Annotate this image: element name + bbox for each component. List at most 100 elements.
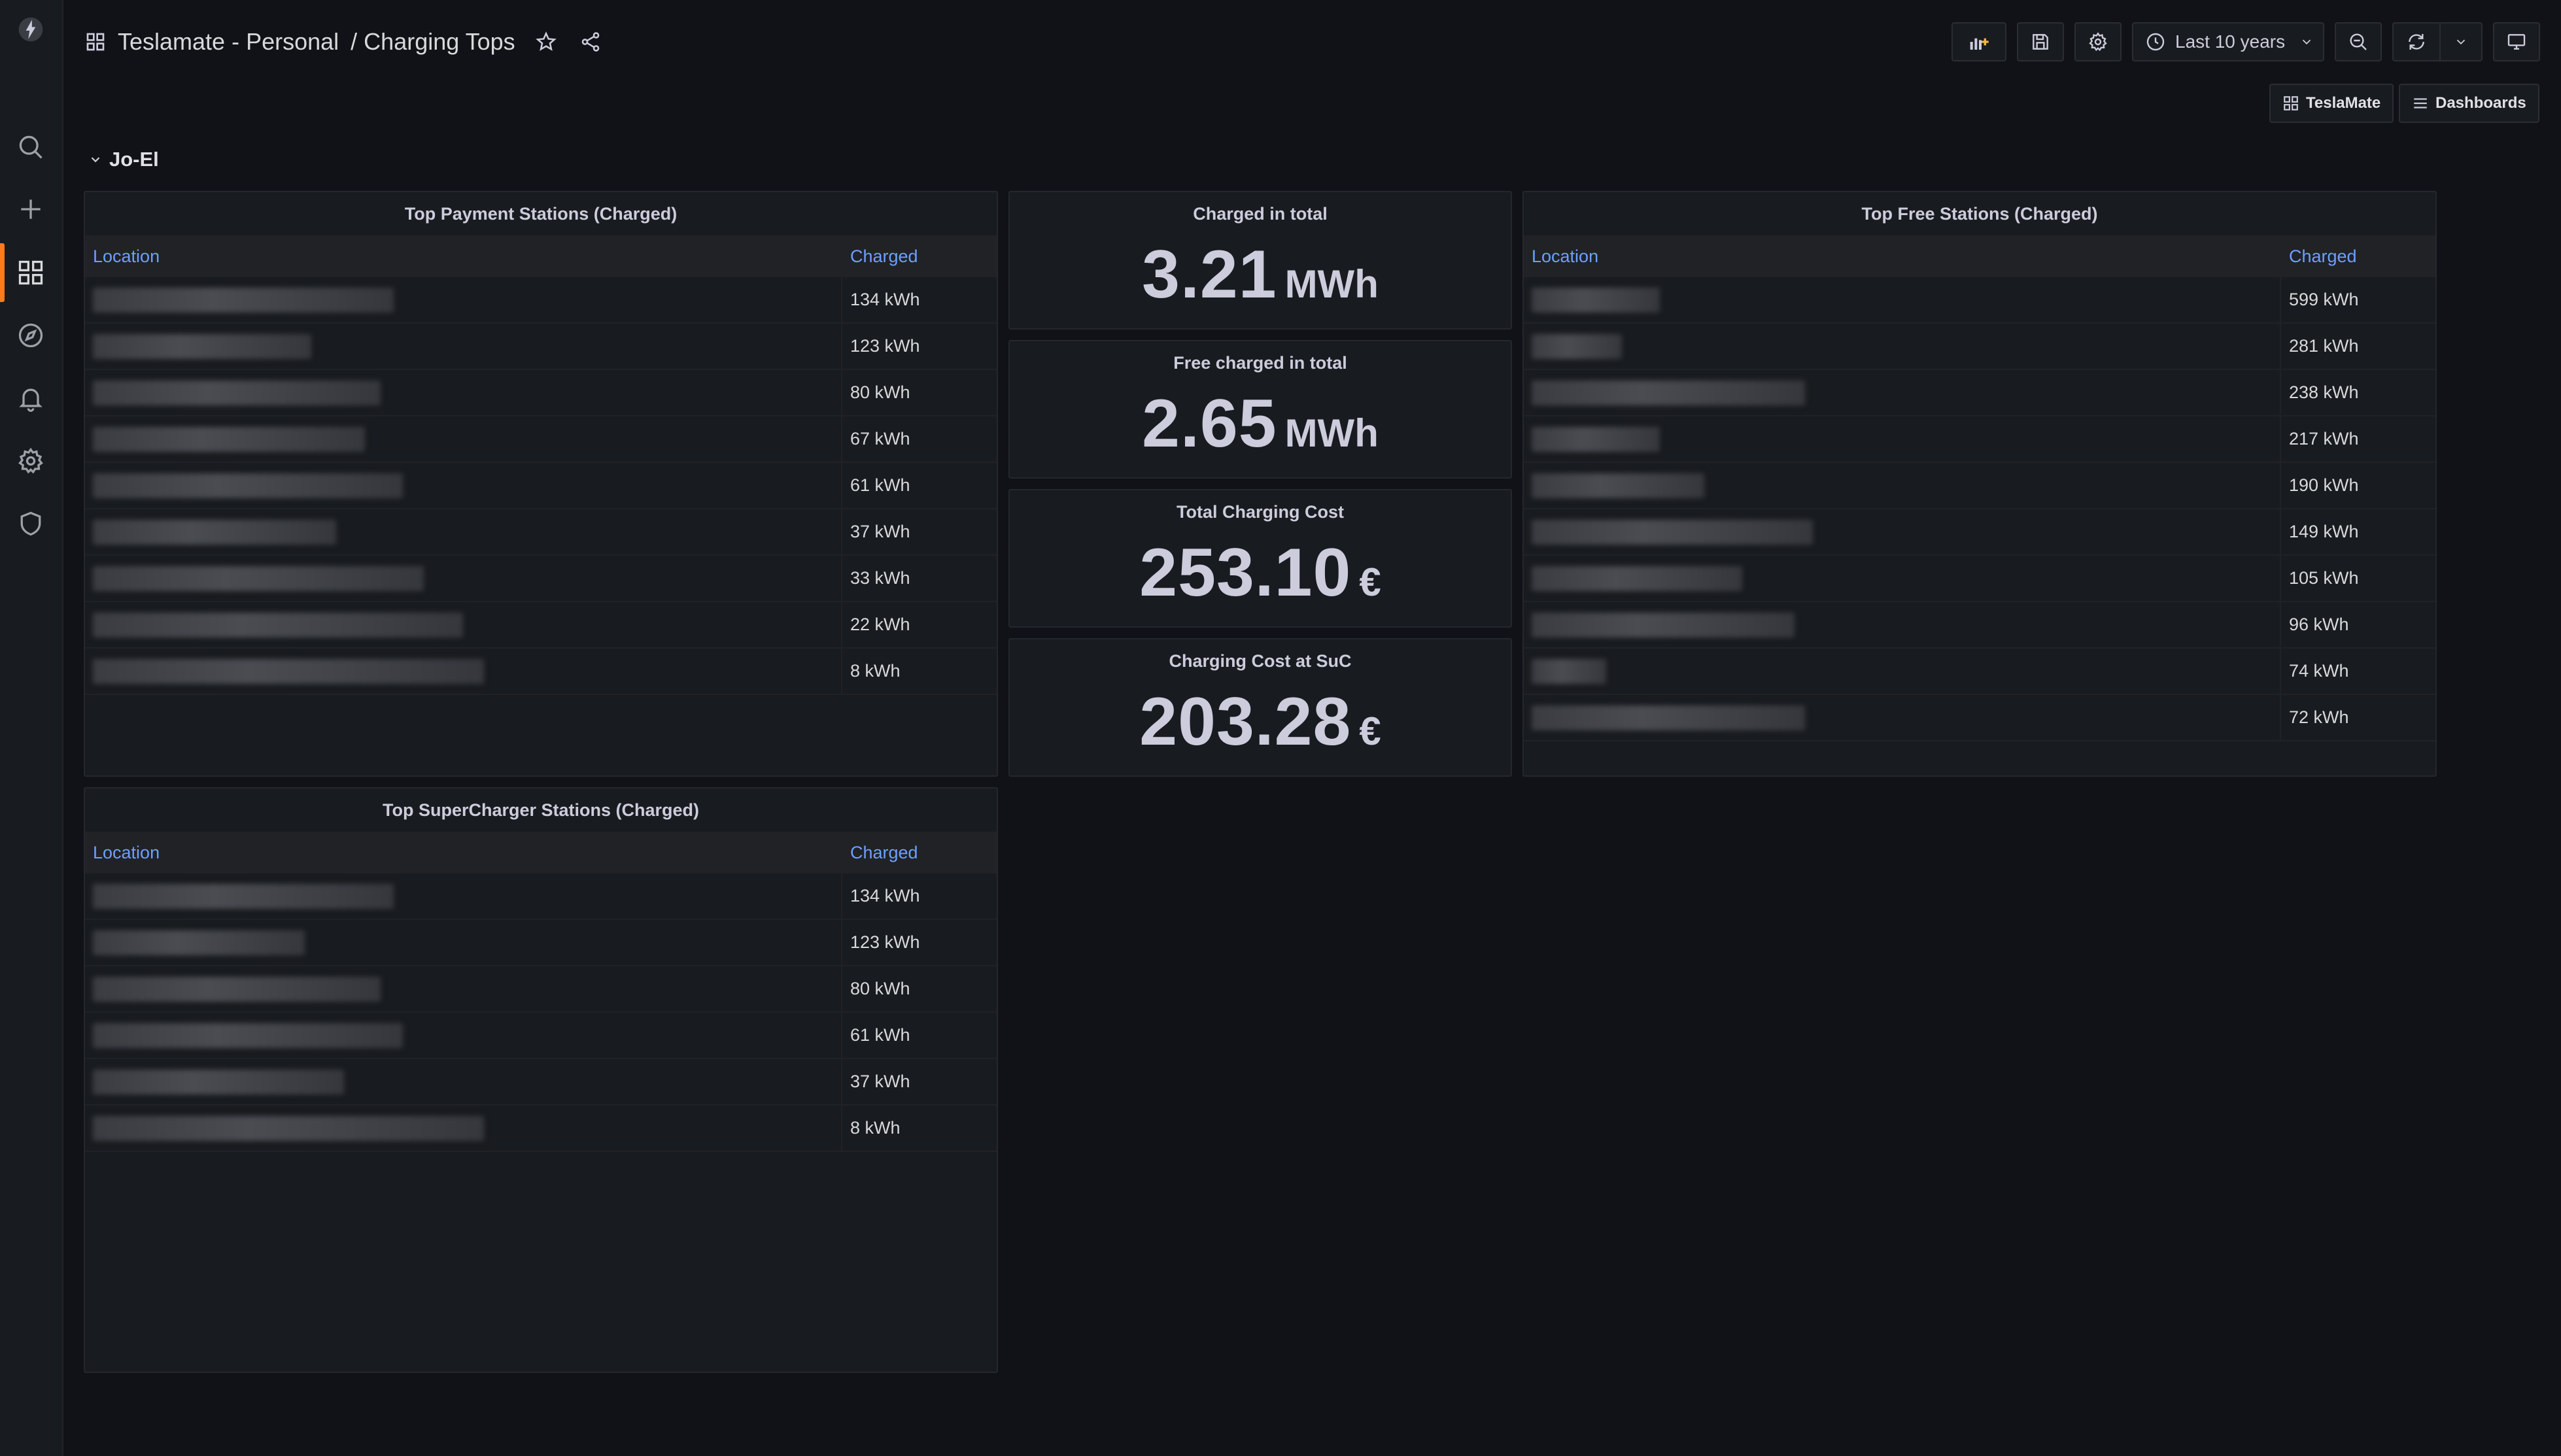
- active-indicator: [0, 243, 5, 302]
- free-table: Location Charged 599 kWh 281 kWh 238 kWh…: [1524, 235, 2435, 741]
- chevron-down-icon: [91, 157, 100, 163]
- column-header-charged[interactable]: Charged: [841, 235, 997, 277]
- add-panel-icon: [1970, 38, 1989, 50]
- table-row: 67 kWh: [85, 416, 997, 463]
- dashboard-title[interactable]: Charging Tops: [364, 28, 515, 56]
- share-icon[interactable]: [579, 31, 602, 53]
- table-row: 123 kWh: [85, 323, 997, 370]
- table-row: 33 kWh: [85, 555, 997, 602]
- explore-compass-icon[interactable]: [14, 319, 47, 352]
- alerting-bell-icon[interactable]: [14, 382, 47, 415]
- charged-cell: 80 kWh: [841, 966, 997, 1013]
- location-cell: [1524, 601, 2280, 649]
- gear-icon: [2089, 32, 2107, 52]
- dashboards-link-label: Dashboards: [2435, 94, 2526, 112]
- charged-cell: 217 kWh: [2280, 416, 2435, 463]
- location-cell: [1524, 323, 2280, 370]
- stat-number: 2.65: [1142, 386, 1277, 462]
- refresh-button[interactable]: [2392, 22, 2439, 61]
- charged-cell: 105 kWh: [2280, 555, 2435, 602]
- location-cell: [85, 1105, 842, 1152]
- location-cell: [85, 966, 842, 1013]
- location-cell: [1524, 277, 2280, 324]
- charged-cell: 599 kWh: [2280, 277, 2435, 324]
- time-range-picker[interactable]: Last 10 years: [2132, 22, 2324, 61]
- stat-value: 253.10 €: [1010, 539, 1511, 607]
- dashboards-link[interactable]: Dashboards: [2399, 84, 2539, 123]
- zoom-out-button[interactable]: [2335, 22, 2382, 61]
- location-cell: [85, 416, 842, 463]
- location-cell: [85, 1012, 842, 1059]
- plus-icon[interactable]: [14, 193, 47, 226]
- star-icon[interactable]: [535, 31, 557, 53]
- dashboard-grid-icon: [86, 33, 105, 51]
- payment-table: Location Charged 134 kWh 123 kWh 80 kWh …: [85, 235, 997, 695]
- location-cell: [85, 509, 842, 556]
- gear-icon[interactable]: [14, 445, 47, 477]
- charged-cell: 37 kWh: [841, 509, 997, 556]
- column-header-charged[interactable]: Charged: [2280, 235, 2435, 277]
- location-cell: [1524, 462, 2280, 509]
- time-range-label: Last 10 years: [2175, 31, 2286, 52]
- location-cell: [85, 462, 842, 509]
- table-row: 80 kWh: [85, 369, 997, 416]
- location-cell: [85, 1058, 842, 1106]
- charged-cell: 149 kWh: [2280, 509, 2435, 556]
- folder-link[interactable]: Teslamate - Personal: [118, 28, 339, 56]
- charged-cell: 123 kWh: [841, 919, 997, 966]
- charged-cell: 281 kWh: [2280, 323, 2435, 370]
- save-icon: [2033, 34, 2048, 50]
- monitor-icon: [2507, 34, 2526, 50]
- stat-number: 3.21: [1142, 237, 1277, 313]
- table-row: 599 kWh: [1524, 277, 2435, 324]
- panel-title: Charged in total: [1193, 203, 1328, 224]
- sidebar: [0, 0, 63, 1456]
- teslamate-link-label: TeslaMate: [2306, 94, 2381, 112]
- charged-cell: 96 kWh: [2280, 601, 2435, 649]
- panel-title: Charging Cost at SuC: [1169, 651, 1352, 671]
- column-header-charged[interactable]: Charged: [841, 832, 997, 873]
- view-mode-button[interactable]: [2493, 22, 2540, 61]
- column-header-location[interactable]: Location: [1524, 235, 2280, 277]
- add-panel-button[interactable]: [1951, 22, 2006, 61]
- table-row: 72 kWh: [1524, 694, 2435, 741]
- location-cell: [85, 555, 842, 602]
- charged-cell: 74 kWh: [2280, 648, 2435, 695]
- location-cell: [1524, 694, 2280, 741]
- table-row: 217 kWh: [1524, 416, 2435, 463]
- table-row: 37 kWh: [85, 509, 997, 556]
- location-cell: [85, 873, 842, 920]
- table-row: 61 kWh: [85, 1012, 997, 1059]
- column-header-location[interactable]: Location: [85, 832, 842, 873]
- table-row: 123 kWh: [85, 919, 997, 966]
- grafana-logo-icon[interactable]: [14, 13, 47, 46]
- table-row: 8 kWh: [85, 1105, 997, 1152]
- table-row: 134 kWh: [85, 277, 997, 324]
- shield-icon[interactable]: [14, 507, 47, 540]
- table-row: 238 kWh: [1524, 369, 2435, 416]
- charged-cell: 33 kWh: [841, 555, 997, 602]
- table-row: 74 kWh: [1524, 648, 2435, 695]
- dashboard-settings-button[interactable]: [2074, 22, 2122, 61]
- table-row: 37 kWh: [85, 1058, 997, 1106]
- supercharger-table: Location Charged 134 kWh 123 kWh 80 kWh …: [85, 832, 997, 1152]
- stat-value: 2.65 MWh: [1010, 390, 1511, 458]
- table-row: 8 kWh: [85, 648, 997, 695]
- search-icon[interactable]: [14, 131, 47, 163]
- save-dashboard-button[interactable]: [2017, 22, 2064, 61]
- chevron-down-icon: [2456, 39, 2466, 45]
- row-header[interactable]: Jo-El: [88, 148, 159, 171]
- refresh-icon: [2409, 34, 2424, 50]
- panel-title: Total Charging Cost: [1177, 501, 1344, 522]
- chevron-down-icon: [2302, 39, 2311, 45]
- column-header-location[interactable]: Location: [85, 235, 842, 277]
- stat-unit: €: [1359, 560, 1381, 604]
- stat-unit: MWh: [1284, 262, 1379, 306]
- refresh-interval-dropdown[interactable]: [2439, 22, 2483, 61]
- dashboards-icon[interactable]: [14, 256, 47, 289]
- teslamate-link[interactable]: TeslaMate: [2269, 84, 2394, 123]
- location-cell: [85, 277, 842, 324]
- table-row: 61 kWh: [85, 462, 997, 509]
- panel-top-supercharger-stations: Top SuperCharger Stations (Charged) Loca…: [84, 787, 998, 1373]
- stat-panel-free-charged-total: Free charged in total 2.65 MWh: [1008, 340, 1512, 479]
